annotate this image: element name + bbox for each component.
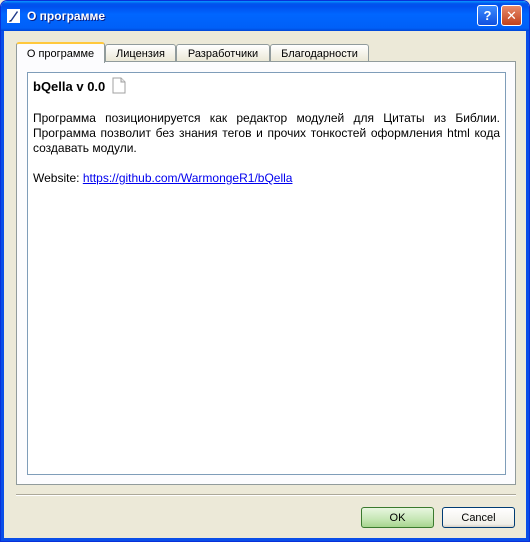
about-dialog: О программе ? ✕ О программе Лицензия Раз…: [0, 0, 530, 542]
help-button[interactable]: ?: [477, 5, 498, 26]
tab-license[interactable]: Лицензия: [105, 44, 176, 62]
about-text-area[interactable]: bQella v 0.0 Программа позиционируется к…: [27, 72, 506, 475]
app-title: bQella v 0.0: [33, 79, 106, 94]
website-link[interactable]: https://github.com/WarmongeR1/bQella: [83, 171, 293, 185]
help-icon: ?: [483, 8, 492, 23]
title-bar[interactable]: О программе ? ✕: [1, 1, 529, 31]
window-border-bottom: [1, 538, 529, 541]
close-icon: ✕: [506, 7, 517, 23]
window-border-left: [1, 31, 4, 541]
close-button[interactable]: ✕: [501, 5, 522, 26]
quill-icon: [7, 9, 20, 23]
ok-button[interactable]: OK: [361, 507, 434, 528]
tab-about[interactable]: О программе: [16, 42, 105, 63]
app-description: Программа позиционируется как редактор м…: [33, 111, 500, 155]
website-line: Website: https://github.com/WarmongeR1/b…: [33, 171, 292, 185]
tab-developers[interactable]: Разработчики: [176, 44, 270, 62]
website-label: Website:: [33, 171, 80, 185]
tab-pane-about: bQella v 0.0 Программа позиционируется к…: [16, 61, 516, 485]
document-icon: [112, 77, 126, 94]
window-border-right: [526, 31, 529, 541]
cancel-button[interactable]: Cancel: [442, 507, 515, 528]
window-title: О программе: [27, 9, 106, 23]
tab-acknowledgements[interactable]: Благодарности: [270, 44, 369, 62]
divider: [16, 494, 516, 496]
